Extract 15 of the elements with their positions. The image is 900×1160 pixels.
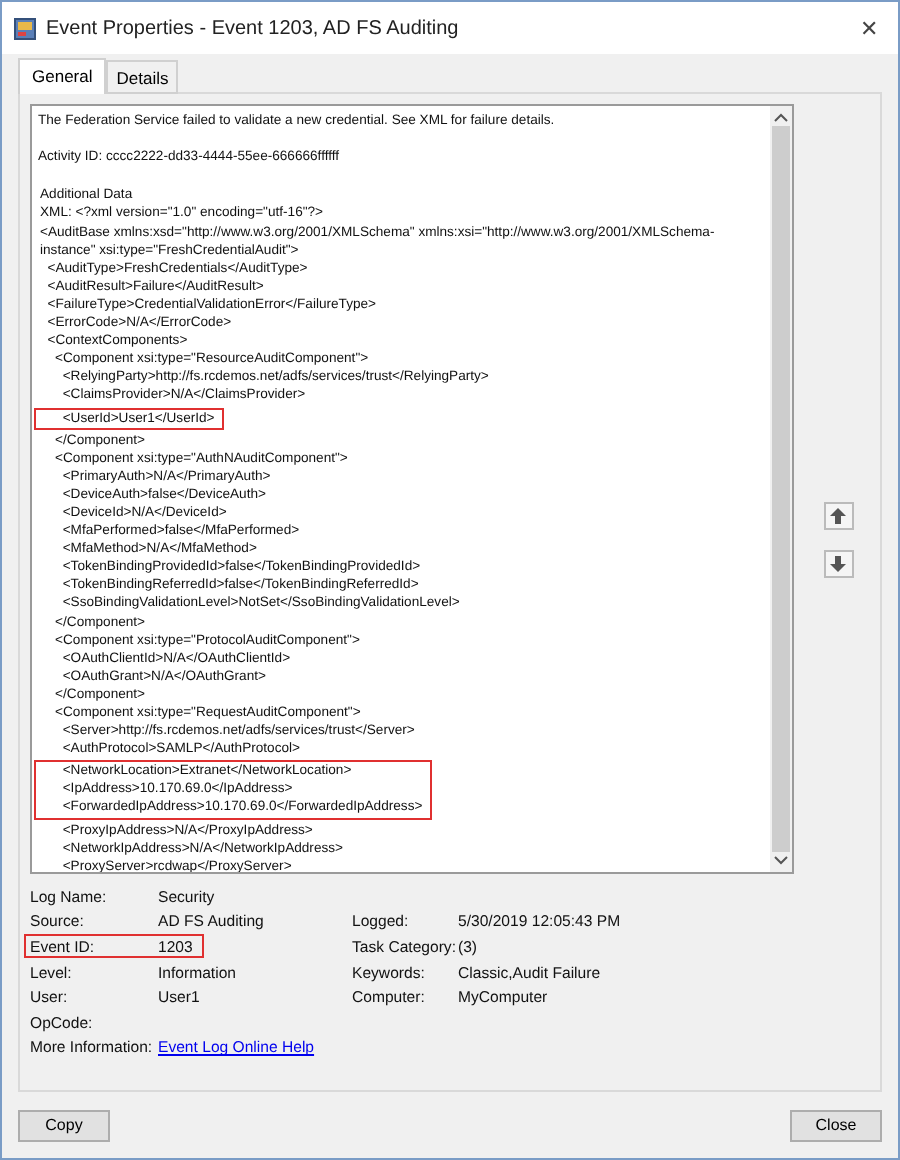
previous-event-button[interactable] xyxy=(823,501,853,529)
down-arrow-icon xyxy=(830,555,846,571)
close-button[interactable]: ✕ xyxy=(860,15,886,41)
tab[interactable]: General xyxy=(18,58,107,94)
scroll-up-icon xyxy=(774,112,788,122)
window-title: Event Properties - Event 1203, AD FS Auditing xyxy=(46,17,461,39)
event-viewer-icon xyxy=(14,17,36,39)
close-button[interactable]: Close xyxy=(790,1109,882,1141)
scroll-down-icon xyxy=(774,856,788,866)
copy-button[interactable]: Copy xyxy=(18,1109,110,1141)
tab[interactable]: Details xyxy=(106,60,179,94)
next-event-button[interactable] xyxy=(823,549,853,577)
scrollbar[interactable] xyxy=(770,106,792,872)
up-arrow-icon xyxy=(830,507,846,523)
scroll-thumb[interactable] xyxy=(772,126,790,852)
